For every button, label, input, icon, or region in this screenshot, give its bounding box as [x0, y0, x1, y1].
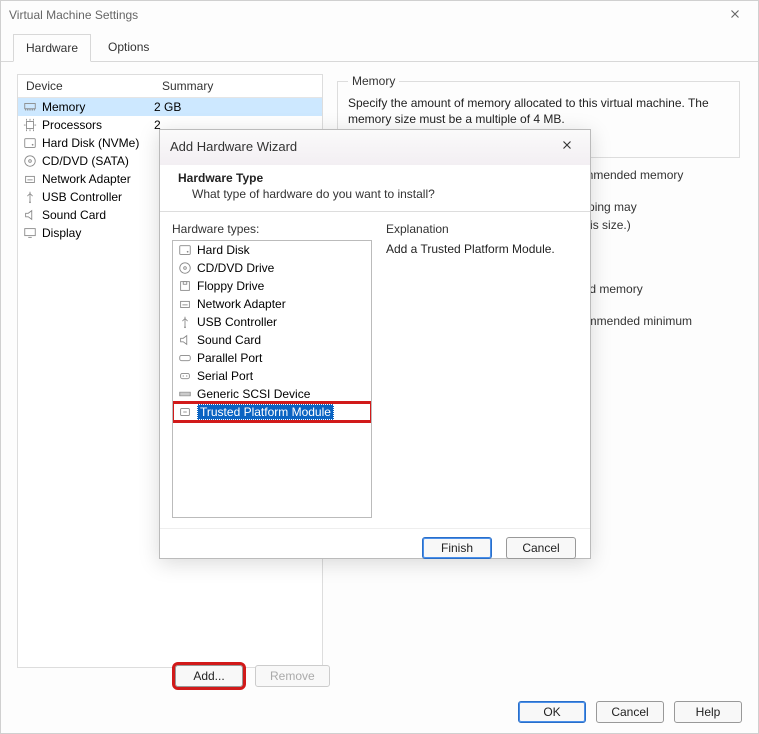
wizard-titlebar: Add Hardware Wizard [160, 130, 590, 165]
wizard-cancel-button[interactable]: Cancel [506, 537, 576, 559]
cd-icon [177, 260, 193, 276]
titlebar: Virtual Machine Settings [1, 1, 758, 29]
memory-desc: Specify the amount of memory allocated t… [348, 96, 729, 127]
device-name: Memory [42, 100, 154, 114]
col-summary: Summary [154, 75, 322, 97]
sound-icon [177, 332, 193, 348]
hardware-type-item[interactable]: Parallel Port [173, 349, 371, 367]
hardware-type-label: Floppy Drive [197, 279, 264, 293]
hardware-type-item[interactable]: Hard Disk [173, 241, 371, 259]
hardware-type-item[interactable]: USB Controller [173, 313, 371, 331]
device-name: Sound Card [42, 208, 154, 222]
add-hardware-wizard: Add Hardware Wizard Hardware Type What t… [159, 129, 591, 559]
tab-hardware[interactable]: Hardware [13, 34, 91, 62]
wizard-footer: Finish Cancel [160, 528, 590, 571]
device-summary: 2 GB [154, 100, 318, 114]
wizard-close-icon[interactable] [554, 136, 580, 157]
hardware-type-label: Sound Card [197, 333, 261, 347]
memory-legend: Memory [348, 74, 399, 88]
window-title: Virtual Machine Settings [9, 8, 138, 22]
usb-icon [177, 314, 193, 330]
wizard-header: Hardware Type What type of hardware do y… [160, 165, 590, 212]
device-table-header: Device Summary [18, 75, 322, 98]
hardware-type-item[interactable]: Floppy Drive [173, 277, 371, 295]
ok-button[interactable]: OK [518, 701, 586, 723]
memory-icon [22, 99, 38, 115]
display-icon [22, 225, 38, 241]
tabstrip: Hardware Options [1, 33, 758, 62]
hardware-type-label: Hard Disk [197, 243, 250, 257]
scsi-icon [177, 386, 193, 402]
vm-settings-window: Virtual Machine Settings Hardware Option… [0, 0, 759, 734]
tpm-icon [177, 404, 193, 420]
hardware-type-item[interactable]: Generic SCSI Device [173, 385, 371, 403]
sound-icon [22, 207, 38, 223]
hardware-type-item[interactable]: CD/DVD Drive [173, 259, 371, 277]
cancel-button[interactable]: Cancel [596, 701, 664, 723]
device-name: Processors [42, 118, 154, 132]
add-button[interactable]: Add... [175, 665, 243, 687]
add-remove-bar: Add... Remove [175, 665, 330, 687]
tab-options[interactable]: Options [95, 33, 162, 61]
device-name: USB Controller [42, 190, 154, 204]
finish-button[interactable]: Finish [422, 537, 492, 559]
remove-button[interactable]: Remove [255, 665, 330, 687]
device-name: Display [42, 226, 154, 240]
explanation-text: Add a Trusted Platform Module. [386, 242, 578, 256]
hardware-type-label: Trusted Platform Module [197, 404, 334, 420]
disk-icon [177, 242, 193, 258]
device-row[interactable]: Memory2 GB [18, 98, 322, 116]
parallel-icon [177, 350, 193, 366]
dialog-footer: OK Cancel Help [518, 701, 742, 723]
hardware-type-label: Parallel Port [197, 351, 262, 365]
device-name: Hard Disk (NVMe) [42, 136, 154, 150]
wizard-subheading: What type of hardware do you want to ins… [192, 187, 572, 201]
hardware-types-list[interactable]: Hard Disk CD/DVD Drive Floppy Drive Network… [172, 240, 372, 518]
serial-icon [177, 368, 193, 384]
hardware-type-label: USB Controller [197, 315, 277, 329]
nic-icon [177, 296, 193, 312]
usb-icon [22, 189, 38, 205]
floppy-icon [177, 278, 193, 294]
cpu-icon [22, 117, 38, 133]
hardware-type-item[interactable]: Network Adapter [173, 295, 371, 313]
wizard-title: Add Hardware Wizard [170, 139, 297, 154]
hardware-type-item[interactable]: Serial Port [173, 367, 371, 385]
hardware-type-item[interactable]: Sound Card [173, 331, 371, 349]
nic-icon [22, 171, 38, 187]
explanation-label: Explanation [386, 222, 578, 236]
close-icon[interactable] [720, 5, 750, 26]
disk-icon [22, 135, 38, 151]
hardware-types-label: Hardware types: [172, 222, 372, 236]
cd-icon [22, 153, 38, 169]
hardware-type-label: CD/DVD Drive [197, 261, 274, 275]
col-device: Device [18, 75, 154, 97]
help-button[interactable]: Help [674, 701, 742, 723]
hardware-type-label: Serial Port [197, 369, 253, 383]
wizard-heading: Hardware Type [178, 171, 572, 185]
hardware-type-label: Network Adapter [197, 297, 286, 311]
hardware-type-label: Generic SCSI Device [197, 387, 310, 401]
device-name: CD/DVD (SATA) [42, 154, 154, 168]
device-name: Network Adapter [42, 172, 154, 186]
hardware-type-item[interactable]: Trusted Platform Module [173, 403, 371, 421]
